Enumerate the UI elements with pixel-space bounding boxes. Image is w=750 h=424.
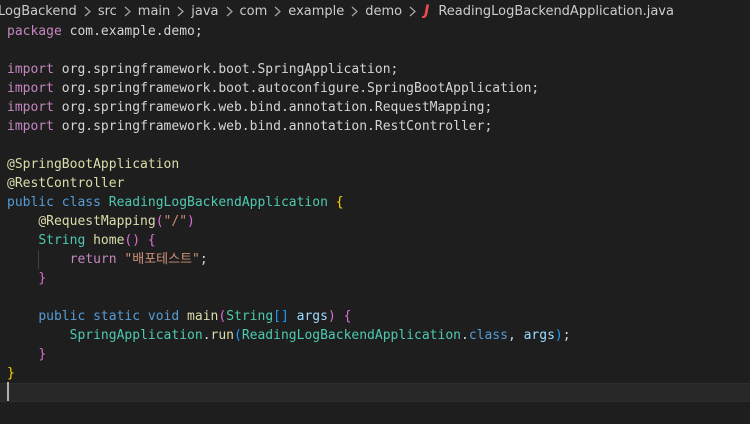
- code-line: String home() {: [38, 233, 156, 248]
- code-line: import org.springframework.web.bind.anno…: [7, 119, 493, 134]
- breadcrumb-item-com[interactable]: com: [239, 4, 269, 19]
- code-line: public class ReadingLogBackendApplicatio…: [7, 195, 344, 210]
- breadcrumb-item-example[interactable]: example: [287, 4, 345, 19]
- chevron-right-icon: [83, 6, 92, 17]
- breadcrumb-item-java[interactable]: java: [190, 4, 219, 19]
- breadcrumb: LogBackend src main java com example dem…: [0, 0, 750, 22]
- code-line: @SpringBootApplication: [7, 157, 180, 172]
- code-line: SpringApplication.run(ReadingLogBackendA…: [69, 328, 571, 343]
- breadcrumb-item-src[interactable]: src: [97, 4, 118, 19]
- chevron-right-icon: [176, 6, 185, 17]
- chevron-right-icon: [225, 6, 234, 17]
- breadcrumb-item-demo[interactable]: demo: [364, 4, 403, 19]
- code-line: }: [38, 347, 47, 362]
- code-line: }: [38, 271, 47, 286]
- code-line: public static void main(String[] args) {: [38, 309, 352, 324]
- chevron-right-icon: [408, 6, 417, 17]
- breadcrumb-item-project[interactable]: LogBackend: [0, 4, 78, 19]
- code-line: import org.springframework.boot.autoconf…: [7, 81, 540, 96]
- text-cursor: [7, 382, 9, 401]
- chevron-right-icon: [273, 6, 282, 17]
- code-line: package com.example.demo;: [7, 24, 203, 39]
- breadcrumb-item-file[interactable]: ReadingLogBackendApplication.java: [437, 4, 675, 19]
- code-line: import org.springframework.web.bind.anno…: [7, 100, 493, 115]
- java-file-icon: J: [424, 3, 430, 19]
- code-line: }: [7, 366, 15, 381]
- chevron-right-icon: [123, 6, 132, 17]
- code-line: import org.springframework.boot.SpringAp…: [7, 62, 399, 77]
- chevron-right-icon: [350, 6, 359, 17]
- code-line: @RequestMapping("/"): [38, 214, 195, 229]
- code-editor[interactable]: package com.example.demo; import org.spr…: [0, 22, 750, 424]
- breadcrumb-item-main[interactable]: main: [137, 4, 171, 19]
- current-line-highlight: [0, 383, 750, 402]
- code-line: return "배포테스트";: [69, 252, 208, 267]
- code-line: @RestController: [7, 176, 125, 191]
